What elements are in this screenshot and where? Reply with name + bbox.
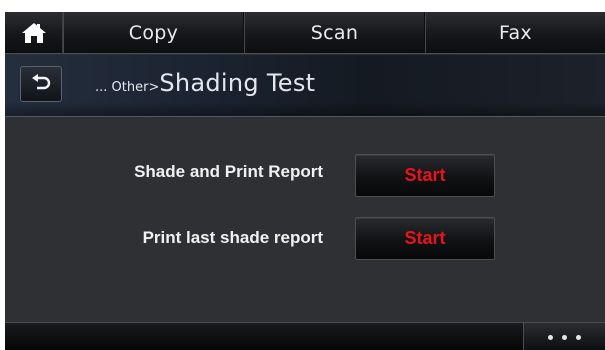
printer-screen: Copy Scan Fax ... Other> Shading Test Sh… (5, 12, 605, 350)
page-title: Shading Test (159, 69, 316, 97)
top-navigation: Copy Scan Fax (5, 12, 605, 54)
print-last-shade-report-label: Print last shade report (142, 228, 323, 247)
shade-and-print-start-button[interactable]: Start (355, 154, 495, 197)
title-bar: ... Other> Shading Test (5, 55, 605, 117)
tab-fax[interactable]: Fax (425, 12, 605, 53)
home-button[interactable] (5, 12, 63, 54)
tab-scan[interactable]: Scan (244, 12, 425, 53)
more-options-icon-dot (576, 334, 581, 340)
more-options-button[interactable] (523, 323, 605, 350)
print-last-shade-start-button[interactable]: Start (355, 217, 495, 260)
bottom-bar (5, 322, 605, 350)
back-arrow-icon (32, 74, 51, 90)
home-icon (21, 23, 46, 43)
more-options-icon (548, 334, 553, 340)
tab-copy[interactable]: Copy (63, 12, 244, 53)
shade-and-print-report-label: Shade and Print Report (134, 162, 323, 181)
more-options-icon-dot (562, 334, 567, 340)
breadcrumb: ... Other> Shading Test (95, 69, 315, 97)
breadcrumb-prefix: ... Other> (95, 80, 160, 95)
back-button[interactable] (20, 66, 62, 102)
